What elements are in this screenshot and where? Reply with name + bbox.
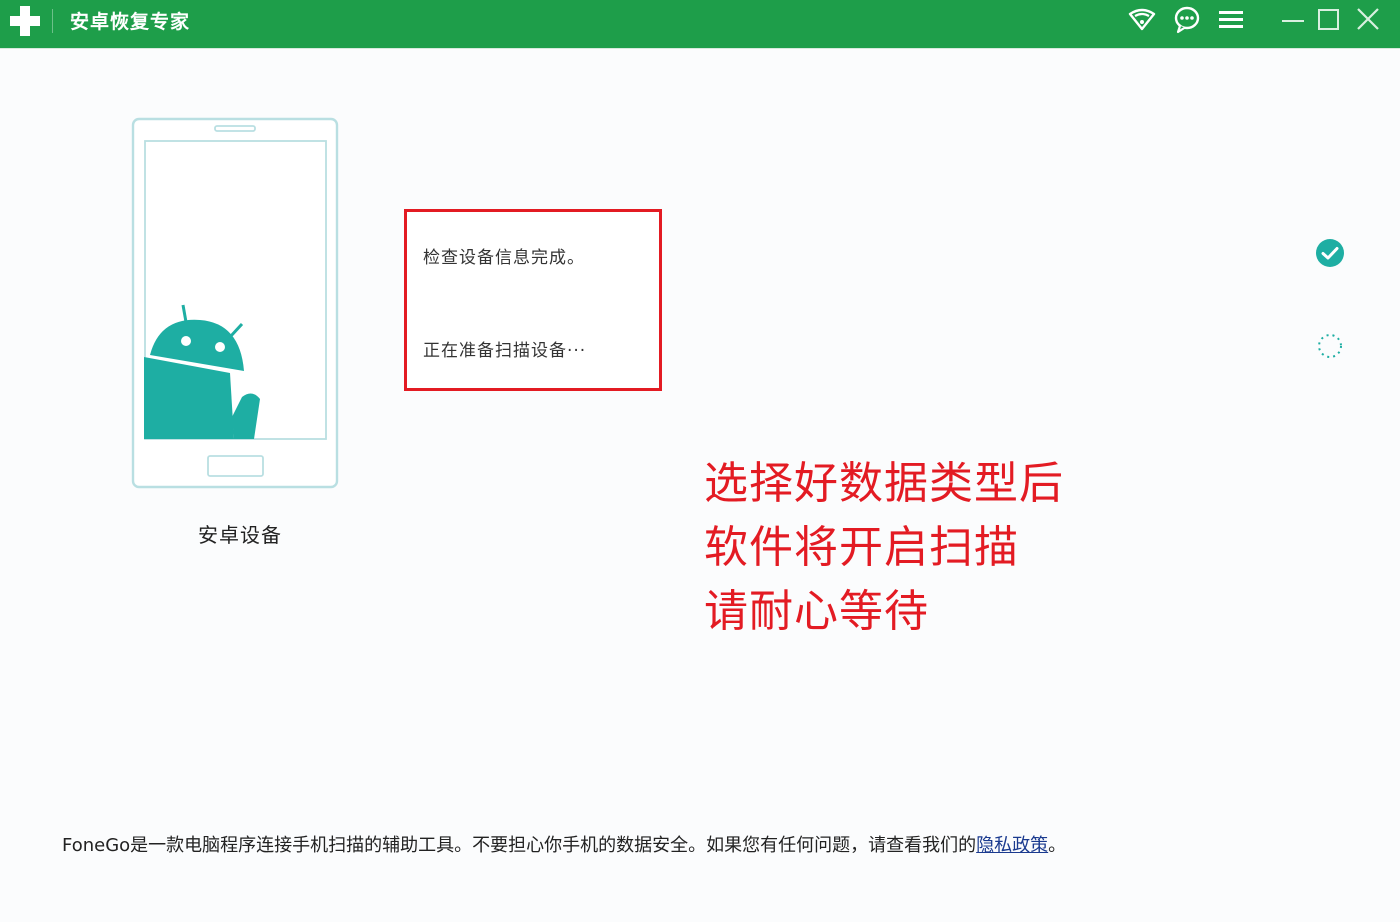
annotation-text: 选择好数据类型后 软件将开启扫描 请耐心等待 <box>704 452 1064 644</box>
app-title: 安卓恢复专家 <box>70 11 191 33</box>
title-separator <box>52 9 53 33</box>
spinner-icon <box>1314 330 1346 362</box>
plus-logo-icon <box>6 2 44 40</box>
footer-text: FoneGo是一款电脑程序连接手机扫描的辅助工具。不要担心你手机的数据安全。如果… <box>62 835 977 856</box>
chat-icon[interactable] <box>1172 5 1202 35</box>
title-bar: 安卓恢复专家 <box>0 0 1400 48</box>
menu-icon[interactable] <box>1216 5 1246 35</box>
minimize-icon[interactable] <box>1278 5 1308 35</box>
status-message-complete: 检查设备信息完成。 <box>423 248 585 268</box>
annotation-line: 软件将开启扫描 <box>704 522 1019 573</box>
footer-disclaimer: FoneGo是一款电脑程序连接手机扫描的辅助工具。不要担心你手机的数据安全。如果… <box>62 832 1252 860</box>
privacy-policy-link[interactable]: 隐私政策 <box>976 835 1048 856</box>
status-message-preparing: 正在准备扫描设备··· <box>423 341 587 361</box>
annotation-line: 请耐心等待 <box>704 586 929 637</box>
status-box: 检查设备信息完成。 正在准备扫描设备··· <box>404 209 662 391</box>
maximize-icon[interactable] <box>1314 5 1344 35</box>
annotation-line: 选择好数据类型后 <box>704 458 1064 509</box>
wifi-icon[interactable] <box>1127 5 1157 35</box>
footer-end: 。 <box>1048 835 1067 856</box>
check-circle-icon <box>1314 237 1346 269</box>
device-label: 安卓设备 <box>198 523 282 547</box>
close-icon[interactable] <box>1353 5 1383 35</box>
title-bar-divider <box>0 48 1400 49</box>
phone-illustration <box>130 117 340 491</box>
